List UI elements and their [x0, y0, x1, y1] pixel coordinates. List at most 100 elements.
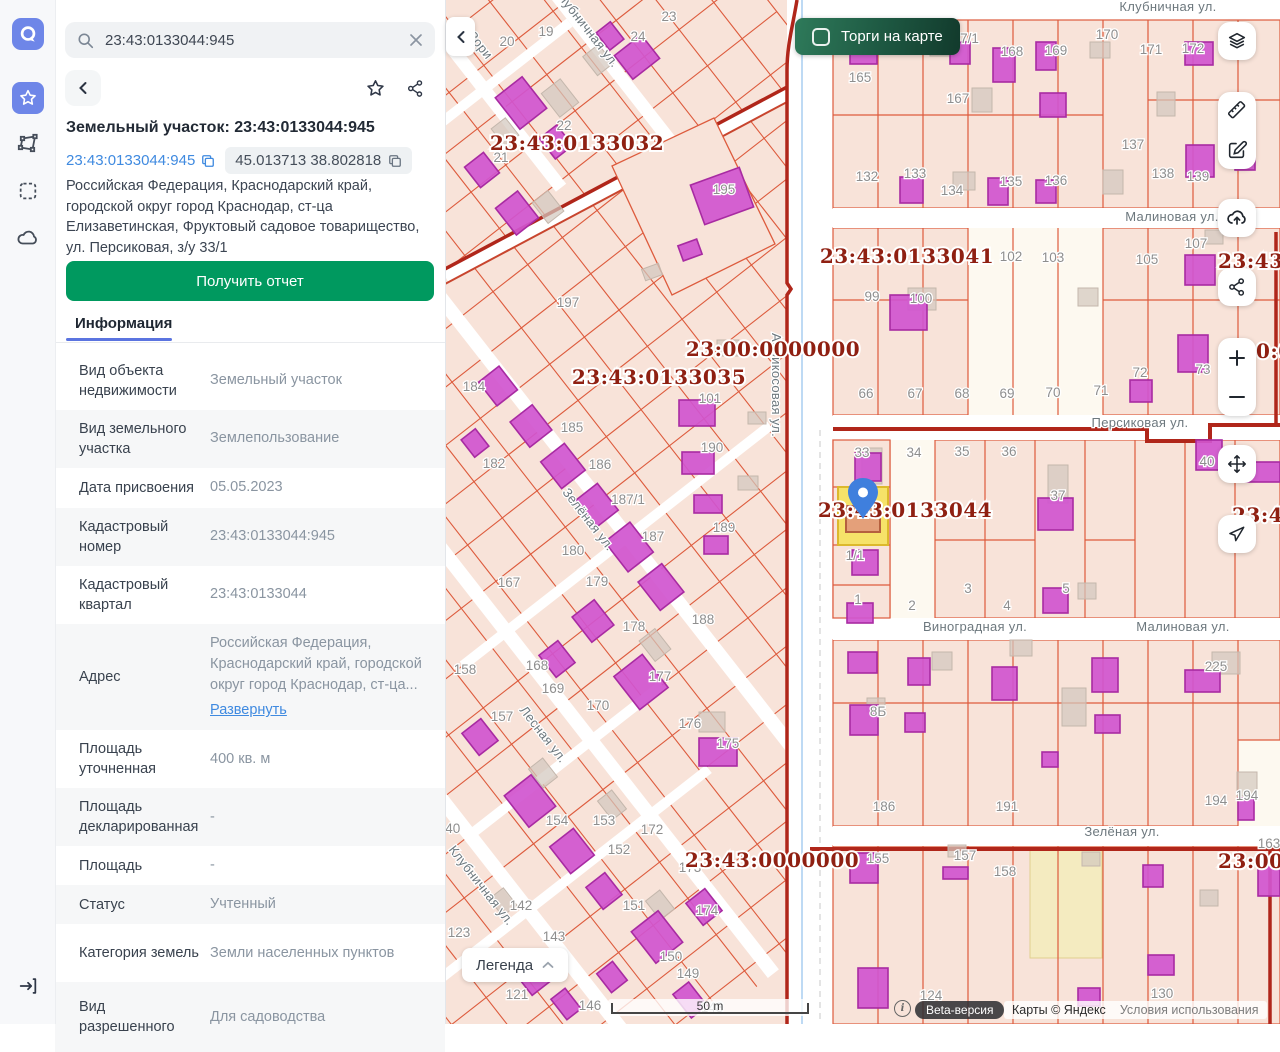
back-button[interactable]: [65, 70, 101, 106]
layers-icon: [1226, 30, 1248, 52]
search-bar[interactable]: [65, 22, 435, 58]
zoom-in-button[interactable]: [1228, 339, 1246, 377]
draw-edit-button[interactable]: [1226, 131, 1248, 169]
parcel-number: 169: [1045, 43, 1068, 58]
cadastral-number-link[interactable]: 23:43:0133044:945: [66, 152, 215, 169]
parcel-number: 138: [1152, 166, 1175, 181]
parcel-number: 172: [1182, 41, 1205, 56]
parcel-number: 197: [557, 295, 580, 310]
sidebar-item-polygon-tool[interactable]: [12, 128, 44, 160]
polygon-icon: [16, 132, 40, 156]
cloud-icon: [16, 226, 40, 250]
parcel-number: 139: [1187, 169, 1210, 184]
parcel-number: 4: [1003, 598, 1011, 613]
collapse-panel-button[interactable]: [446, 17, 475, 56]
favorite-button[interactable]: [357, 70, 393, 106]
tab-information[interactable]: Информация: [75, 315, 172, 332]
terms-link[interactable]: Условия использования: [1120, 1003, 1259, 1017]
quarter-label: 23:43:0133032: [490, 131, 664, 155]
parcel-number: 134: [941, 183, 964, 198]
parcel-number: 152: [608, 842, 631, 857]
auctions-on-map-toggle[interactable]: Торги на карте: [795, 18, 960, 55]
ruler-button[interactable]: [1226, 92, 1248, 130]
parcel-number: 72: [1132, 365, 1147, 380]
search-input[interactable]: [103, 31, 400, 50]
parcel-number: 149: [677, 966, 700, 981]
info-row: Площадь уточненная400 кв. м: [55, 730, 445, 788]
parcel-number: 186: [873, 799, 896, 814]
parcel-number: 123: [448, 925, 471, 940]
info-row: Вид объекта недвижимостиЗемельный участо…: [55, 352, 445, 410]
auctions-checkbox[interactable]: [812, 28, 830, 46]
parcel-number: 175: [717, 736, 740, 751]
info-row: Площадь-: [55, 846, 445, 885]
info-row-value: Земельный участок: [210, 370, 435, 391]
info-table: Вид объекта недвижимостиЗемельный участо…: [55, 352, 445, 1052]
info-row-value: 23:43:0133044: [210, 584, 435, 605]
parcel-number: 191: [996, 799, 1019, 814]
info-row-label: Дата присвоения: [79, 478, 210, 498]
logout-button[interactable]: [12, 970, 44, 1002]
street-name: Малиновая ул.: [1125, 209, 1218, 224]
locate-button[interactable]: [1218, 515, 1256, 553]
parcel-number: 121: [506, 987, 529, 1002]
parcel-number: 68: [954, 386, 969, 401]
street-name: Зелёная ул.: [1084, 824, 1159, 839]
info-row: Категория земельЗемли населенных пунктов: [55, 924, 445, 982]
parcel-number: 170: [587, 698, 610, 713]
parcel-number: 40: [1199, 454, 1214, 469]
parcel-number: 157: [491, 709, 514, 724]
app-logo[interactable]: [12, 18, 44, 50]
sidebar-item-select-area[interactable]: [12, 175, 44, 207]
beta-badge: Beta-версия: [915, 1001, 1004, 1019]
info-row-label: Категория земель: [79, 943, 210, 963]
legend-label: Легенда: [476, 957, 533, 974]
street-name: Малиновая ул.: [1136, 619, 1229, 634]
parcel-number: 154: [546, 813, 569, 828]
parcel-number: 130: [1151, 986, 1174, 1001]
plus-icon: [1228, 349, 1246, 367]
sidebar-item-cloud[interactable]: [12, 222, 44, 254]
info-icon[interactable]: i: [894, 1000, 911, 1017]
share-object-button[interactable]: [397, 70, 433, 106]
parcel-number: 100: [910, 291, 933, 306]
maps-copyright: Карты © Яндекс: [1012, 1003, 1106, 1017]
map-canvas[interactable]: Клубничная ул.ЗориЗелёная ул.Лесная ул.К…: [445, 0, 1280, 1024]
quarter-label: 23:43:0133035: [572, 365, 746, 389]
info-row-label: Площадь: [79, 856, 210, 876]
share-map-button[interactable]: [1218, 268, 1256, 306]
object-address: Российская Федерация, Краснодарский край…: [66, 176, 438, 258]
parcel-number: 70: [1045, 385, 1060, 400]
info-row-value: Учтенный: [210, 894, 435, 915]
get-report-button[interactable]: Получить отчет: [66, 261, 434, 301]
parcel-number: 179: [586, 574, 609, 589]
clear-search-icon[interactable]: [409, 33, 423, 47]
legend-button[interactable]: Легенда: [462, 948, 568, 982]
object-title: Земельный участок: 23:43:0133044:945: [66, 119, 436, 137]
sidebar-item-favorites[interactable]: [12, 82, 44, 114]
parcel-number: 1/1: [846, 548, 865, 563]
parcel-number: 155: [867, 851, 890, 866]
app-logo-icon: [18, 24, 39, 45]
zoom-out-button[interactable]: [1228, 378, 1246, 416]
copy-icon[interactable]: [201, 154, 215, 168]
measure-draw-group: [1218, 92, 1256, 169]
parcel-number: 67: [907, 386, 922, 401]
parcel-number: 194: [1236, 788, 1259, 803]
copy-icon[interactable]: [388, 154, 402, 168]
expand-address-link[interactable]: Развернуть: [210, 700, 287, 721]
parcel-number: 71: [1093, 383, 1108, 398]
info-row-value: 05.05.2023: [210, 477, 435, 498]
quarter-label: 23:00:0000000: [686, 337, 860, 361]
layers-button[interactable]: [1218, 22, 1256, 60]
parcel-number: 169: [542, 681, 565, 696]
logout-icon: [17, 975, 39, 997]
star-icon: [365, 78, 386, 99]
parcel-number: 180: [562, 543, 585, 558]
cloud-upload-button[interactable]: [1218, 199, 1256, 237]
coordinates-chip[interactable]: 45.013713 38.802818: [225, 147, 412, 174]
info-row-value: Российская Федерация, Краснодарский край…: [210, 633, 435, 721]
info-row: Вид земельного участкаЗемлепользование: [55, 410, 445, 468]
pan-mode-button[interactable]: [1218, 445, 1256, 483]
parcel-number: 20: [499, 34, 514, 49]
